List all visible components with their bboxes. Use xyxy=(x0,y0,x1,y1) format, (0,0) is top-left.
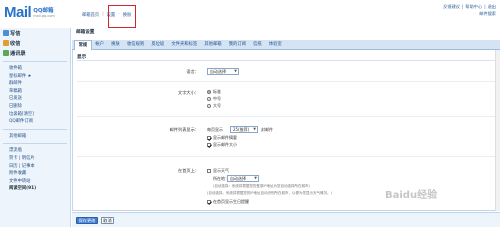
city-note: (自动选择：系统将根据您的登录IP地址为您自动选择所在城市) xyxy=(213,184,310,188)
font-size-label: 文字大小： xyxy=(178,90,199,95)
show-weather-option[interactable]: 显示天气 xyxy=(207,168,229,174)
radio-unselected[interactable] xyxy=(207,97,211,101)
compose-label: 写信 xyxy=(10,30,21,37)
row-divider xyxy=(77,156,495,157)
sidebar-item-group[interactable]: 群邮件 xyxy=(0,80,70,88)
per-page-row: 每页显示 xyxy=(207,127,223,133)
checkbox-checked[interactable] xyxy=(207,143,211,147)
logo-domain-text: mail.qq.com xyxy=(33,14,55,18)
divider: | xyxy=(102,12,104,17)
scrollbar[interactable] xyxy=(495,50,500,211)
page-title: 邮箱设置 xyxy=(76,30,95,35)
font-medium-label: 中号 xyxy=(213,96,221,101)
settings-tabs: 常规 帐户 换肤 收信规则 反垃圾 文件夹和标签 其他邮箱 我的订阅 信纸 体验… xyxy=(72,40,500,50)
show-weather-label: 显示天气 xyxy=(213,168,229,173)
sidebar-item-calendar[interactable]: 日历 | 记事本 xyxy=(0,163,70,171)
show-size-label: 显示邮件大小 xyxy=(213,142,237,147)
save-button[interactable]: 保存更改 xyxy=(76,217,98,224)
sidebar-item-sent[interactable]: 已发送 xyxy=(0,95,70,103)
receive-button[interactable]: 收信 xyxy=(0,38,70,48)
contacts-icon xyxy=(3,50,9,56)
sidebar-divider xyxy=(3,61,67,62)
tab-stationery[interactable]: 信纸 xyxy=(250,40,266,50)
contacts-button[interactable]: 通讯录 xyxy=(0,48,70,58)
sidebar-item-attachments[interactable]: 附件收藏 xyxy=(0,170,70,178)
pencil-icon xyxy=(3,30,9,36)
show-summary-label: 显示邮件摘要 xyxy=(213,135,237,140)
tab-anti-spam[interactable]: 反垃圾 xyxy=(148,40,168,50)
mailbox-home-link[interactable]: 邮箱首页 xyxy=(82,12,99,18)
checkbox-unchecked[interactable] xyxy=(207,169,211,173)
city-select[interactable]: 自动选择 xyxy=(227,175,259,182)
sidebar-item-drafts[interactable]: 草稿箱 xyxy=(0,88,70,96)
show-size-option[interactable]: 显示邮件大小 xyxy=(207,142,237,148)
mail-list-label: 邮件列表显示： xyxy=(169,127,199,132)
per-page-select[interactable]: 25(推荐) xyxy=(230,126,258,133)
section-divider xyxy=(77,60,495,61)
contacts-label: 通讯录 xyxy=(10,50,26,57)
sidebar-item-reading[interactable]: 阅读空间(91) xyxy=(0,185,70,193)
checkbox-checked[interactable] xyxy=(207,136,211,140)
home-page-label: 在首页上： xyxy=(178,168,199,173)
sidebar-item-subscriptions[interactable]: QQ邮件订阅 xyxy=(0,118,70,126)
qq-mail-logo[interactable]: Mail QQ邮箱 mail.qq.com xyxy=(4,3,55,21)
logo-brand-text: QQ邮箱 xyxy=(33,8,54,14)
top-right-links: 反馈建议 | 帮助中心 | 退出 xyxy=(443,4,496,10)
sidebar-divider xyxy=(3,128,67,130)
radio-unselected[interactable] xyxy=(207,104,211,108)
row-divider xyxy=(77,116,495,117)
sidebar-other-title[interactable]: 其他邮箱 xyxy=(0,133,70,141)
per-page-suffix: 封邮件 xyxy=(261,127,273,132)
tab-general[interactable]: 常规 xyxy=(74,40,92,50)
sidebar-item-bottle[interactable]: 漂流瓶 xyxy=(0,147,70,155)
inbox-icon xyxy=(3,40,9,46)
show-reminder-label: 在首页显示生日提醒 xyxy=(213,199,249,204)
help-link[interactable]: 帮助中心 xyxy=(465,4,482,10)
mail-search-link[interactable]: 邮件搜索 xyxy=(479,11,496,17)
highlight-box xyxy=(108,5,136,28)
language-label: 语言： xyxy=(186,69,199,74)
receive-label: 收信 xyxy=(10,40,21,47)
watermark: Baidu经验 xyxy=(385,190,438,201)
weather-hint-note: (自动选择，系统将根据您的IP地址自动识别所在城市，以便为您显示天气情况。) xyxy=(207,191,332,195)
action-bar: 保存更改 取消 xyxy=(72,212,500,227)
divider: | xyxy=(484,4,486,9)
sidebar-item-starred[interactable]: 星标邮件 ★ xyxy=(0,73,70,81)
sidebar-item-inbox[interactable]: 收件箱 xyxy=(0,65,70,73)
sidebar-item-spam[interactable]: 垃圾箱[清空] xyxy=(0,111,70,119)
show-summary-option[interactable]: 显示邮件摘要 xyxy=(207,135,237,141)
font-large-label: 大号 xyxy=(213,103,221,108)
font-medium-option[interactable]: 中号 xyxy=(207,96,221,102)
sidebar-divider xyxy=(3,143,67,145)
tab-other-mailboxes[interactable]: 其他邮箱 xyxy=(201,40,225,50)
tab-filters[interactable]: 收信规则 xyxy=(123,40,147,50)
compose-button[interactable]: 写信 xyxy=(0,28,70,38)
cancel-button[interactable]: 取消 xyxy=(101,217,114,224)
font-large-option[interactable]: 大号 xyxy=(207,103,221,109)
font-standard-label: 标准 xyxy=(213,89,221,94)
divider: | xyxy=(462,4,464,9)
tab-labs[interactable]: 体验室 xyxy=(265,40,285,50)
font-standard-option[interactable]: 标准 xyxy=(207,89,221,95)
sidebar-item-deleted[interactable]: 已删除 xyxy=(0,103,70,111)
checkbox-checked[interactable] xyxy=(207,200,211,204)
sidebar-item-file-transfer[interactable]: 文件中转站 xyxy=(0,178,70,186)
tab-account[interactable]: 帐户 xyxy=(92,40,108,50)
logo-mail-text: Mail xyxy=(4,3,32,21)
language-select[interactable]: 自动选择 xyxy=(207,68,239,75)
tab-subscriptions[interactable]: 我的订阅 xyxy=(225,40,249,50)
feedback-link[interactable]: 反馈建议 xyxy=(443,4,460,10)
sidebar: 写信 收信 通讯录 收件箱 星标邮件 ★ 群邮件 草稿箱 已发送 已删除 垃圾箱… xyxy=(0,28,71,227)
tab-folders-labels[interactable]: 文件夹和标签 xyxy=(168,40,201,50)
per-page-label: 每页显示 xyxy=(207,127,223,132)
show-reminder-option[interactable]: 在首页显示生日提醒 xyxy=(207,199,249,205)
tab-skin[interactable]: 换肤 xyxy=(108,40,124,50)
per-page-suffix-wrap: 封邮件 xyxy=(261,127,273,133)
row-divider xyxy=(77,81,495,82)
top-bar: Mail QQ邮箱 mail.qq.com 邮箱首页 | 设置 - 换肤 反馈建… xyxy=(0,0,500,28)
logout-link[interactable]: 退出 xyxy=(488,4,496,10)
radio-selected[interactable] xyxy=(207,90,211,94)
sidebar-item-cards[interactable]: 贺卡 | 明信片 xyxy=(0,155,70,163)
